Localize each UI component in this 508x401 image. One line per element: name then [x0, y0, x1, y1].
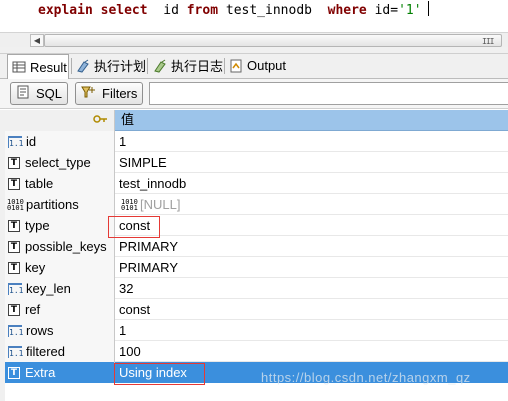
field-value[interactable]: const: [115, 215, 508, 236]
result-grid: 值 1.1 id 1 Tselect_type SIMPLE Ttable tes…: [5, 110, 508, 383]
numeric-type-icon: 1.1: [8, 324, 23, 337]
table-row[interactable]: Tref const: [5, 299, 508, 320]
field-value[interactable]: PRIMARY: [115, 236, 508, 257]
field-value[interactable]: 100: [115, 341, 508, 362]
field-name: table: [25, 176, 54, 191]
pane-splitter[interactable]: [0, 47, 508, 54]
sql-condition: id=: [374, 3, 399, 18]
field-value[interactable]: 1010 0101 [NULL]: [115, 194, 508, 215]
field-name: partitions: [26, 197, 79, 212]
field-value[interactable]: PRIMARY: [115, 257, 508, 278]
execution-plan-icon: [76, 59, 90, 73]
table-row[interactable]: 1010 0101 partitions 1010 0101 [NULL]: [5, 194, 508, 215]
field-value[interactable]: const: [115, 299, 508, 320]
null-value: [NULL]: [140, 197, 181, 212]
field-value[interactable]: SIMPLE: [115, 152, 508, 173]
scroll-left-arrow-icon[interactable]: ◀: [30, 34, 44, 47]
filters-button[interactable]: Filters: [75, 82, 143, 105]
sql-keyword: from: [186, 3, 219, 18]
execution-log-icon: [153, 59, 167, 73]
text-type-icon: T: [8, 261, 20, 274]
grid-header: 值: [5, 110, 508, 131]
tab-output[interactable]: Output: [225, 54, 291, 77]
row-header-corner[interactable]: [5, 110, 115, 131]
text-type-icon: T: [8, 240, 20, 253]
sql-keyword: select: [100, 3, 148, 18]
key-icon: [93, 113, 109, 130]
field-name: filtered: [26, 344, 66, 359]
field-name: rows: [26, 323, 54, 338]
filter-input[interactable]: [149, 82, 508, 105]
binary-type-icon: 1010 0101: [7, 197, 24, 212]
tab-label: Output: [247, 58, 287, 73]
field-value[interactable]: 1: [115, 320, 508, 341]
filter-icon: [81, 85, 97, 102]
result-grid-icon: [12, 60, 26, 74]
sql-query-text[interactable]: explain select id from test_innodb where…: [38, 1, 429, 18]
tab-label: 执行计划: [94, 59, 147, 74]
sql-button-label: SQL: [36, 86, 63, 101]
sql-table: test_innodb: [225, 3, 312, 18]
table-row[interactable]: Ttype const: [5, 215, 508, 236]
result-tabs: Result 执行计划 执行日志 Output: [0, 54, 508, 79]
sql-string: '1': [398, 3, 422, 18]
numeric-type-icon: 1.1: [8, 282, 23, 295]
field-name: key: [25, 260, 46, 275]
sql-icon: [16, 85, 30, 102]
text-type-icon: T: [8, 156, 20, 169]
sql-button[interactable]: SQL: [10, 82, 68, 105]
tab-label: 执行日志: [171, 59, 224, 74]
output-icon: [229, 59, 243, 73]
editor-horizontal-scrollbar[interactable]: ◀ III: [0, 32, 508, 48]
numeric-type-icon: 1.1: [8, 345, 23, 358]
field-value[interactable]: 1: [115, 131, 508, 152]
binary-type-icon: 1010 0101: [121, 197, 138, 212]
watermark: https://blog.csdn.net/zhangxm_qz: [261, 370, 471, 385]
field-name: Extra: [25, 365, 56, 380]
table-row[interactable]: 1.1 key_len 32: [5, 278, 508, 299]
scrollbar-grip-icon: III: [482, 37, 494, 46]
tab-execution-log[interactable]: 执行日志: [149, 54, 223, 77]
table-row[interactable]: Tselect_type SIMPLE: [5, 152, 508, 173]
sql-editor[interactable]: explain select id from test_innodb where…: [0, 0, 508, 32]
value-column-header[interactable]: 值: [115, 110, 508, 131]
table-row[interactable]: 1.1 rows 1: [5, 320, 508, 341]
table-row[interactable]: 1.1 id 1: [5, 131, 508, 152]
text-type-icon: T: [8, 303, 20, 316]
field-name: possible_keys: [25, 239, 107, 254]
field-name: select_type: [25, 155, 91, 170]
text-caret: [427, 1, 429, 16]
field-name: type: [25, 218, 50, 233]
field-name: id: [26, 134, 37, 149]
table-row[interactable]: Tkey PRIMARY: [5, 257, 508, 278]
result-toolbar: SQL Filters: [0, 79, 508, 109]
sql-column: id: [163, 3, 179, 18]
text-type-icon: T: [8, 219, 20, 232]
field-value[interactable]: 32: [115, 278, 508, 299]
tab-separator: [147, 58, 148, 74]
sql-keyword: explain: [38, 3, 93, 18]
text-type-icon: T: [8, 366, 20, 379]
tab-execution-plan[interactable]: 执行计划: [72, 54, 146, 77]
tab-result[interactable]: Result: [7, 54, 69, 79]
field-name: key_len: [26, 281, 71, 296]
sql-keyword: where: [327, 3, 367, 18]
scrollbar-thumb[interactable]: III: [44, 34, 502, 47]
numeric-type-icon: 1.1: [8, 135, 23, 148]
text-type-icon: T: [8, 177, 20, 190]
table-row[interactable]: Tpossible_keys PRIMARY: [5, 236, 508, 257]
filters-button-label: Filters: [102, 86, 138, 101]
tab-label: Result: [30, 59, 67, 75]
field-value[interactable]: test_innodb: [115, 173, 508, 194]
field-name: ref: [25, 302, 41, 317]
table-row[interactable]: Ttable test_innodb: [5, 173, 508, 194]
table-row[interactable]: 1.1 filtered 100: [5, 341, 508, 362]
